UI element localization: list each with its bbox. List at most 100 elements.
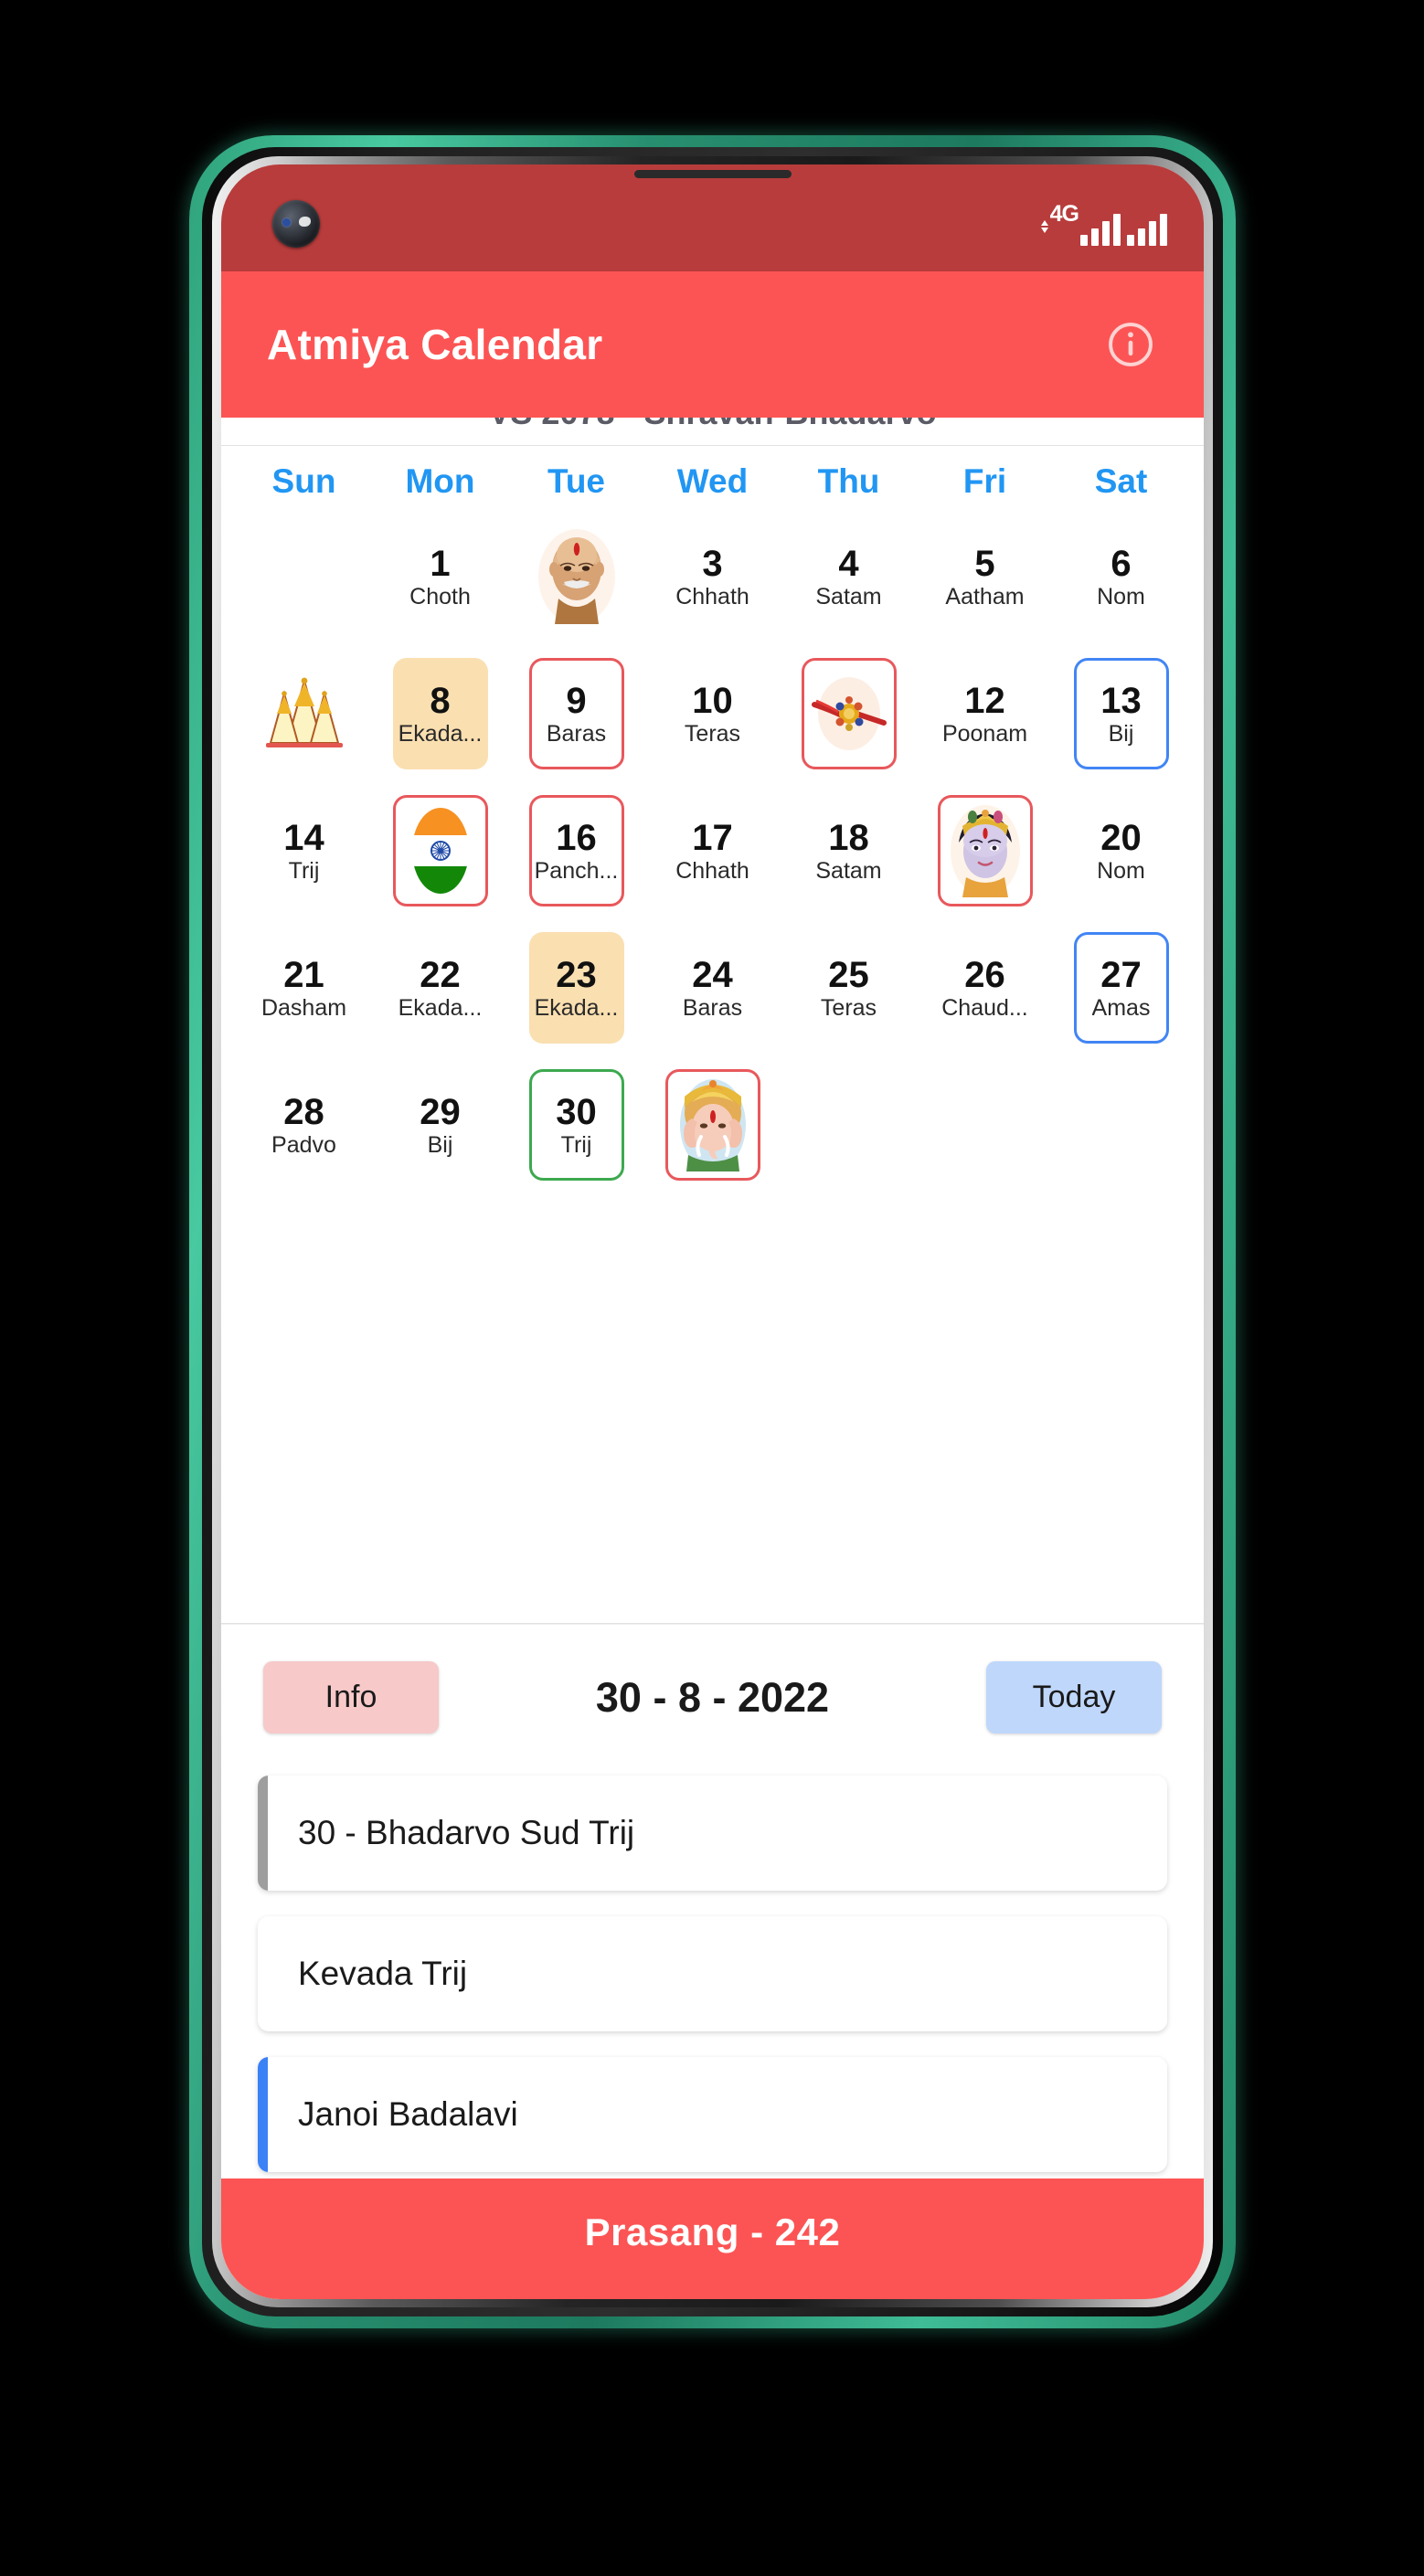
day-tithi-label: Chhath	[675, 585, 749, 609]
day-box-24[interactable]: 24 Baras	[665, 932, 760, 1044]
day-number: 20	[1100, 817, 1142, 858]
day-cell[interactable]: 9 Baras	[508, 645, 644, 782]
day-cell[interactable]	[508, 508, 644, 645]
info-icon[interactable]	[1105, 319, 1156, 370]
day-box-icon[interactable]	[801, 658, 897, 769]
temple-mandir-icon	[261, 663, 347, 764]
calendar-controls-row: Info 30 - 8 - 2022 Today	[221, 1624, 1204, 1770]
day-box-4[interactable]: 4 Satam	[802, 521, 897, 632]
day-number: 25	[828, 954, 869, 995]
signal-bars-sim2-icon	[1127, 213, 1167, 246]
day-cell[interactable]: 26 Chaud...	[917, 919, 1053, 1056]
day-box-18[interactable]: 18 Satam	[802, 795, 897, 906]
day-tithi-label: Padvo	[271, 1133, 336, 1157]
day-cell[interactable]: 17 Chhath	[644, 782, 781, 919]
day-box-30[interactable]: 30 Trij	[528, 1069, 624, 1181]
day-tithi-label: Ekada...	[398, 996, 483, 1020]
day-box-23[interactable]: 23 Ekada...	[528, 932, 624, 1044]
day-box-icon[interactable]	[529, 521, 624, 632]
day-cell[interactable]: 6 Nom	[1053, 508, 1189, 645]
day-number: 9	[566, 680, 587, 721]
event-title: 30 - Bhadarvo Sud Trij	[298, 1814, 635, 1851]
day-cell[interactable]: 22 Ekada...	[372, 919, 508, 1056]
day-cell[interactable]: 8 Ekada...	[372, 645, 508, 782]
day-tithi-label: Dasham	[260, 996, 347, 1020]
saint-portrait-icon	[534, 526, 620, 627]
event-title: Janoi Badalavi	[298, 2095, 518, 2133]
day-cell[interactable]	[781, 645, 917, 782]
day-tithi-label: Nom	[1097, 859, 1145, 883]
prasang-bottom-bar[interactable]: Prasang - 242	[221, 2178, 1204, 2299]
day-number: 16	[556, 817, 597, 858]
day-cell[interactable]: 23 Ekada...	[508, 919, 644, 1056]
day-box-16[interactable]: 16 Panch...	[528, 795, 624, 906]
day-cell[interactable]	[372, 782, 508, 919]
day-cell[interactable]: 5 Aatham	[917, 508, 1053, 645]
day-box-28[interactable]: 28 Padvo	[257, 1069, 352, 1181]
event-card[interactable]: Janoi Badalavi	[258, 2057, 1167, 2172]
day-box-13[interactable]: 13 Bij	[1073, 658, 1169, 769]
info-button[interactable]: Info	[263, 1661, 439, 1733]
phone-device-frame: 4G Atmiya Calendar Sun Mon Tue Wed Thu F…	[189, 135, 1236, 2328]
day-tithi-label: Baras	[682, 996, 743, 1020]
day-cell[interactable]: 28 Padvo	[236, 1056, 372, 1193]
day-box-14[interactable]: 14 Trij	[257, 795, 352, 906]
day-box-27[interactable]: 27 Amas	[1073, 932, 1169, 1044]
day-cell[interactable]: 30 Trij	[508, 1056, 644, 1193]
day-tithi-label: Teras	[820, 996, 877, 1020]
event-card[interactable]: Kevada Trij	[258, 1916, 1167, 2031]
day-cell[interactable]	[644, 1056, 781, 1193]
day-cell[interactable]: 29 Bij	[372, 1056, 508, 1193]
day-box-21[interactable]: 21 Dasham	[257, 932, 352, 1044]
event-list: 30 - Bhadarvo Sud Trij Kevada Trij Janoi B…	[221, 1770, 1204, 2172]
day-box-9[interactable]: 9 Baras	[528, 658, 624, 769]
event-card[interactable]: 30 - Bhadarvo Sud Trij	[258, 1776, 1167, 1891]
day-cell[interactable]: 12 Poonam	[917, 645, 1053, 782]
day-cell[interactable]: 16 Panch...	[508, 782, 644, 919]
today-button[interactable]: Today	[986, 1661, 1162, 1733]
day-box-icon[interactable]	[664, 1069, 760, 1181]
day-cell[interactable]: 21 Dasham	[236, 919, 372, 1056]
day-box-29[interactable]: 29 Bij	[393, 1069, 488, 1181]
day-box-icon[interactable]	[257, 658, 352, 769]
day-cell[interactable]: 18 Satam	[781, 782, 917, 919]
day-box-26[interactable]: 26 Chaud...	[938, 932, 1033, 1044]
day-box-12[interactable]: 12 Poonam	[938, 658, 1033, 769]
day-box-25[interactable]: 25 Teras	[802, 932, 897, 1044]
day-cell[interactable]: 24 Baras	[644, 919, 781, 1056]
day-box-10[interactable]: 10 Teras	[665, 658, 760, 769]
day-tithi-label: Chhath	[675, 859, 749, 883]
prasang-bottom-bar-label: Prasang - 242	[584, 2210, 841, 2253]
day-tithi-label: Bij	[1108, 722, 1134, 746]
day-box-22[interactable]: 22 Ekada...	[393, 932, 488, 1044]
day-cell[interactable]: 10 Teras	[644, 645, 781, 782]
phone-inner-ring: 4G Atmiya Calendar Sun Mon Tue Wed Thu F…	[212, 156, 1213, 2307]
day-cell[interactable]: 27 Amas	[1053, 919, 1189, 1056]
ganesha-icon	[670, 1075, 756, 1175]
day-box-icon[interactable]	[937, 795, 1033, 906]
day-cell[interactable]: 13 Bij	[1053, 645, 1189, 782]
day-number: 10	[692, 680, 733, 721]
day-cell[interactable]: 3 Chhath	[644, 508, 781, 645]
day-cell[interactable]: 25 Teras	[781, 919, 917, 1056]
day-box-1[interactable]: 1 Choth	[393, 521, 488, 632]
day-number: 28	[283, 1091, 324, 1132]
month-header-label: VS 2078 - Shravan-Bhadarvo	[221, 418, 1204, 432]
day-cell[interactable]: 1 Choth	[372, 508, 508, 645]
day-box-20[interactable]: 20 Nom	[1074, 795, 1169, 906]
day-cell[interactable]: 14 Trij	[236, 782, 372, 919]
day-number: 22	[420, 954, 461, 995]
day-cell[interactable]	[236, 645, 372, 782]
day-box-6[interactable]: 6 Nom	[1074, 521, 1169, 632]
day-box-5[interactable]: 5 Aatham	[938, 521, 1033, 632]
day-tithi-label: Ekada...	[398, 722, 483, 746]
day-box-3[interactable]: 3 Chhath	[665, 521, 760, 632]
day-box-8[interactable]: 8 Ekada...	[392, 658, 488, 769]
day-cell[interactable]: 4 Satam	[781, 508, 917, 645]
weekday-header-sat: Sat	[1094, 462, 1148, 500]
day-cell[interactable]	[917, 782, 1053, 919]
day-cell[interactable]: 20 Nom	[1053, 782, 1189, 919]
day-box-icon[interactable]	[392, 795, 488, 906]
day-tithi-label: Trij	[288, 859, 320, 883]
day-box-17[interactable]: 17 Chhath	[665, 795, 760, 906]
